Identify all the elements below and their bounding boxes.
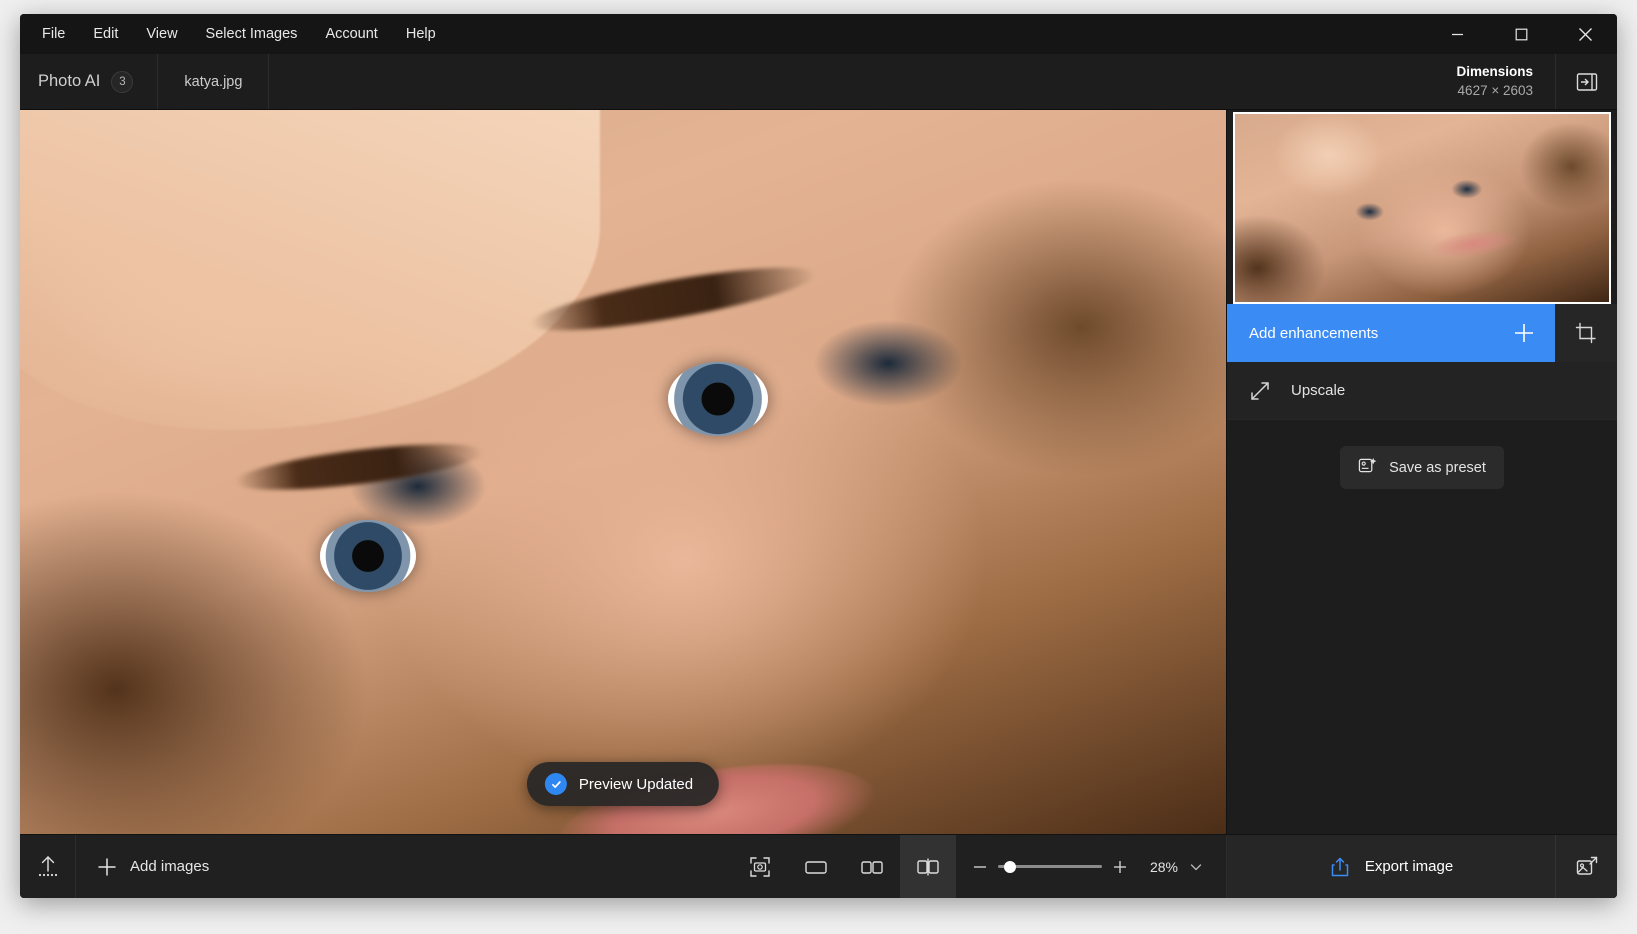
bottom-left-group: Add images	[20, 835, 1226, 898]
desktop-background: File Edit View Select Images Account Hel…	[0, 0, 1637, 934]
preset-icon	[1358, 456, 1377, 479]
view-mode-compare-snapshot[interactable]	[732, 835, 788, 899]
photo-arm-region	[20, 110, 600, 430]
plus-icon	[96, 856, 118, 878]
plus-icon	[1511, 320, 1537, 346]
save-as-preset-button[interactable]: Save as preset	[1340, 446, 1504, 489]
maximize-icon	[1515, 28, 1528, 41]
status-toast: Preview Updated	[527, 762, 719, 806]
add-images-label: Add images	[130, 858, 209, 875]
menu-item-help[interactable]: Help	[392, 14, 450, 54]
crop-icon	[1575, 322, 1597, 344]
panel-collapse-icon	[1575, 70, 1599, 94]
view-mode-group	[732, 835, 956, 899]
dimensions-readout: Dimensions 4627 × 2603	[1434, 54, 1555, 109]
enhancements-header-row: Add enhancements	[1227, 304, 1617, 362]
navigator-preview[interactable]	[1233, 112, 1611, 304]
dimensions-value: 4627 × 2603	[1458, 82, 1533, 100]
brand-tab[interactable]: Photo AI 3	[20, 54, 158, 109]
view-mode-split[interactable]	[900, 835, 956, 899]
dimensions-label: Dimensions	[1456, 63, 1533, 81]
close-button[interactable]	[1553, 14, 1617, 54]
menu-item-file[interactable]: File	[28, 14, 79, 54]
zoom-in-icon[interactable]	[1112, 859, 1128, 875]
add-enhancements-label: Add enhancements	[1249, 325, 1378, 342]
toast-label: Preview Updated	[579, 776, 693, 793]
photo-eye-right	[668, 362, 768, 436]
brand-name: Photo AI	[38, 72, 100, 91]
zoom-level-value: 28%	[1138, 859, 1178, 875]
export-options-button[interactable]	[1555, 835, 1617, 898]
bottom-right-group: Export image	[1226, 835, 1617, 898]
compare-snapshot-icon	[748, 855, 772, 879]
export-image-icon	[1575, 855, 1599, 879]
split-view-icon	[915, 855, 941, 879]
minimize-icon	[1451, 28, 1464, 41]
minimize-button[interactable]	[1425, 14, 1489, 54]
side-by-side-view-icon	[859, 855, 885, 879]
menu-item-select-images[interactable]: Select Images	[192, 14, 312, 54]
menu-item-edit[interactable]: Edit	[79, 14, 132, 54]
save-preset-label: Save as preset	[1389, 460, 1486, 476]
image-canvas[interactable]: Preview Updated	[20, 110, 1226, 834]
view-mode-side-by-side[interactable]	[844, 835, 900, 899]
navigator-thumb-lips	[1428, 224, 1521, 262]
check-circle-icon	[545, 773, 567, 795]
zoom-slider-knob[interactable]	[1004, 861, 1016, 873]
upload-icon	[36, 854, 60, 880]
zoom-controls: 28%	[956, 835, 1226, 899]
close-icon	[1578, 27, 1593, 42]
zoom-out-icon[interactable]	[972, 859, 988, 875]
expand-arrows-icon	[1249, 380, 1271, 402]
menu-item-view[interactable]: View	[132, 14, 191, 54]
workspace: Preview Updated Add enhancements	[20, 110, 1617, 834]
maximize-button[interactable]	[1489, 14, 1553, 54]
preview-photo	[20, 110, 1226, 834]
share-export-icon	[1329, 856, 1351, 878]
tab-label: katya.jpg	[184, 74, 242, 90]
photo-eyebrow-left	[233, 435, 485, 499]
add-images-button[interactable]: Add images	[76, 835, 229, 899]
menu-bar: File Edit View Select Images Account Hel…	[20, 14, 1617, 54]
menu-item-account[interactable]: Account	[311, 14, 391, 54]
add-enhancements-button[interactable]: Add enhancements	[1227, 304, 1555, 362]
photo-eye-left	[320, 520, 416, 592]
panel-toggle-button[interactable]	[1555, 54, 1617, 109]
single-view-icon	[803, 855, 829, 879]
view-mode-single[interactable]	[788, 835, 844, 899]
window-controls	[1425, 14, 1617, 54]
upload-button[interactable]	[20, 835, 76, 899]
save-preset-row: Save as preset	[1227, 420, 1617, 489]
export-image-label: Export image	[1365, 858, 1453, 875]
photo-ai-window: File Edit View Select Images Account Hel…	[20, 14, 1617, 898]
right-panel: Add enhancements	[1226, 110, 1617, 834]
tab-strip: Photo AI 3 katya.jpg Dimensions 4627 × 2…	[20, 54, 1617, 110]
panel-empty-area	[1227, 489, 1617, 834]
crop-tool-button[interactable]	[1555, 304, 1617, 362]
tab-katya-jpg[interactable]: katya.jpg	[158, 54, 269, 109]
chevron-down-icon[interactable]	[1188, 859, 1210, 875]
enhancement-item-upscale[interactable]: Upscale	[1227, 362, 1617, 420]
enhancement-label: Upscale	[1291, 382, 1345, 399]
navigator-thumbnail	[1235, 114, 1609, 302]
bottom-toolbar: Add images	[20, 834, 1617, 898]
zoom-slider[interactable]	[998, 865, 1102, 868]
image-count-badge: 3	[111, 71, 133, 93]
export-image-button[interactable]: Export image	[1227, 835, 1555, 898]
